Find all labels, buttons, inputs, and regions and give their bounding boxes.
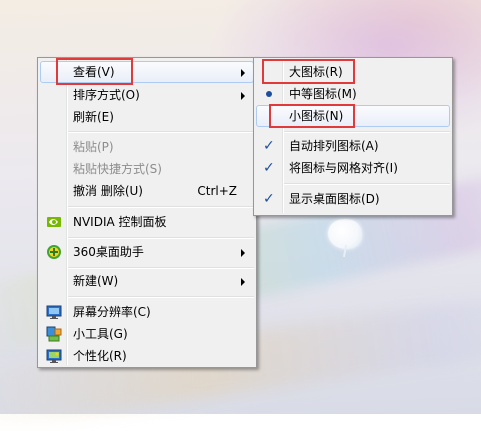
- gadgets-icon: [46, 326, 62, 342]
- menu-item-undo-delete[interactable]: 撤消 删除(U) Ctrl+Z: [40, 180, 254, 202]
- annotation-box-view: [56, 58, 133, 85]
- personalize-icon: [46, 348, 62, 364]
- submenu-arrow-icon: [241, 69, 245, 77]
- menu-item-new-label: 新建(W): [73, 274, 119, 288]
- nvidia-icon: [46, 214, 62, 230]
- menu-item-paste-label: 粘贴(P): [73, 140, 114, 154]
- menu-item-paste-shortcut[interactable]: 粘贴快捷方式(S): [40, 158, 254, 180]
- menu-item-360-label: 360桌面助手: [73, 245, 144, 259]
- submenu-item-show-desktop-icons-label: 显示桌面图标(D): [289, 192, 380, 206]
- menu-separator: [68, 296, 254, 298]
- menu-separator: [68, 267, 254, 269]
- submenu-item-align-to-grid-label: 将图标与网格对齐(I): [289, 161, 398, 175]
- radio-selected-icon: [266, 91, 272, 97]
- menu-item-undo-delete-label: 撤消 删除(U): [73, 184, 143, 198]
- submenu-item-medium-icons[interactable]: 中等图标(M): [256, 83, 450, 105]
- menu-separator: [284, 183, 450, 185]
- desktop-context-menu: 查看(V) 排序方式(O) 刷新(E) 粘贴(P) 粘贴快捷方式(S) 撤消 删…: [37, 57, 257, 368]
- menu-item-screen-resolution-label: 屏幕分辨率(C): [73, 305, 151, 319]
- menu-item-screen-resolution[interactable]: 屏幕分辨率(C): [40, 301, 254, 323]
- menu-item-paste-shortcut-label: 粘贴快捷方式(S): [73, 162, 162, 176]
- 360-assistant-icon: [46, 244, 62, 260]
- submenu-arrow-icon: [241, 249, 245, 257]
- menu-separator: [68, 131, 254, 133]
- menu-separator: [68, 237, 254, 239]
- checkmark-icon: ✓: [263, 191, 275, 207]
- monitor-resolution-icon: [46, 304, 62, 320]
- menu-item-gadgets[interactable]: 小工具(G): [40, 323, 254, 345]
- menu-item-undo-shortcut: Ctrl+Z: [197, 184, 237, 198]
- checkmark-icon: ✓: [263, 160, 275, 176]
- menu-item-gadgets-label: 小工具(G): [73, 327, 128, 341]
- menu-item-sort-by[interactable]: 排序方式(O): [40, 84, 254, 106]
- submenu-item-medium-icons-label: 中等图标(M): [289, 87, 357, 101]
- menu-item-personalize-label: 个性化(R): [73, 349, 127, 363]
- checkmark-icon: ✓: [263, 138, 275, 154]
- submenu-item-align-to-grid[interactable]: ✓ 将图标与网格对齐(I): [256, 157, 450, 179]
- menu-item-sort-by-label: 排序方式(O): [73, 88, 140, 102]
- menu-item-refresh[interactable]: 刷新(E): [40, 106, 254, 128]
- menu-item-360-desktop-assistant[interactable]: 360桌面助手: [40, 241, 254, 263]
- menu-item-refresh-label: 刷新(E): [73, 110, 114, 124]
- submenu-item-auto-arrange-label: 自动排列图标(A): [289, 139, 379, 153]
- submenu-item-auto-arrange[interactable]: ✓ 自动排列图标(A): [256, 135, 450, 157]
- menu-item-paste[interactable]: 粘贴(P): [40, 136, 254, 158]
- menu-separator: [284, 131, 450, 133]
- annotation-box-large-icons: [262, 59, 355, 84]
- menu-item-new[interactable]: 新建(W): [40, 270, 254, 292]
- annotation-box-small-icons: [269, 104, 355, 128]
- submenu-arrow-icon: [241, 92, 245, 100]
- menu-item-nvidia-label: NVIDIA 控制面板: [73, 215, 167, 229]
- submenu-arrow-icon: [241, 278, 245, 286]
- menu-separator: [68, 206, 254, 208]
- menu-item-personalize[interactable]: 个性化(R): [40, 345, 254, 367]
- submenu-item-show-desktop-icons[interactable]: ✓ 显示桌面图标(D): [256, 188, 450, 210]
- menu-item-nvidia-control-panel[interactable]: NVIDIA 控制面板: [40, 211, 254, 233]
